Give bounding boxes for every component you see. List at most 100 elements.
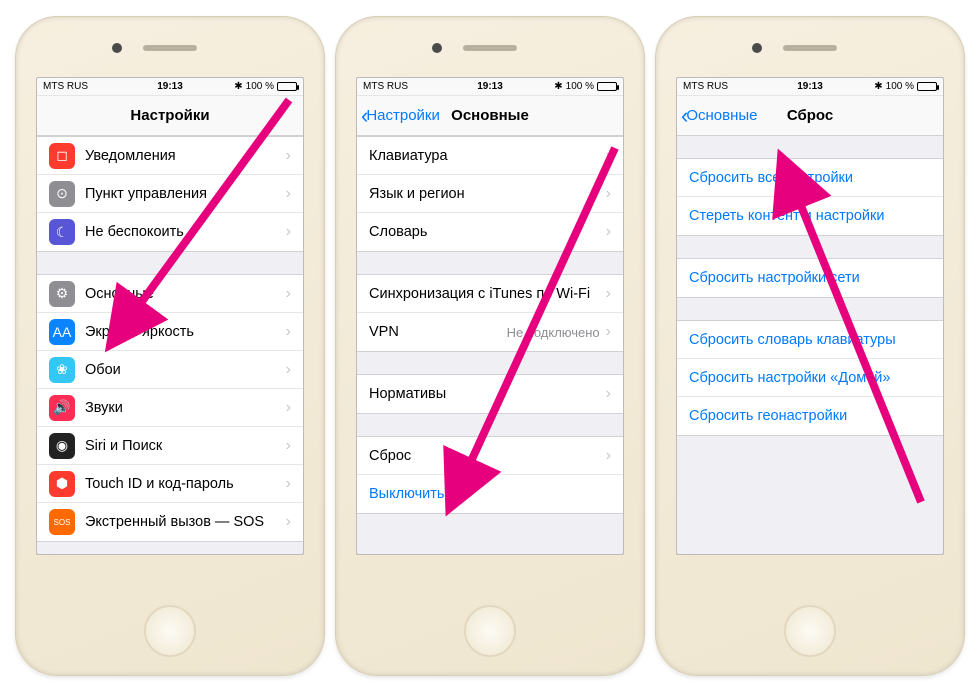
speaker bbox=[783, 45, 837, 51]
row-icon: ⬢ bbox=[49, 471, 75, 497]
row-label: Пункт управления bbox=[85, 186, 286, 202]
list-row[interactable]: Сбросить словарь клавиатуры bbox=[677, 321, 943, 359]
row-label: Siri и Поиск bbox=[85, 438, 286, 454]
row-icon: ◉ bbox=[49, 433, 75, 459]
row-label: Сбросить настройки сети bbox=[689, 270, 931, 286]
front-camera bbox=[112, 43, 122, 53]
row-label: Не беспокоить bbox=[85, 224, 286, 240]
row-label: Клавиатура bbox=[369, 148, 606, 164]
list-row[interactable]: AAЭкран и яркость› bbox=[37, 313, 303, 351]
front-camera bbox=[432, 43, 442, 53]
row-label: Сбросить словарь клавиатуры bbox=[689, 332, 931, 348]
row-icon: 🔊 bbox=[49, 395, 75, 421]
row-icon: ⊙ bbox=[49, 181, 75, 207]
chevron-right-icon: › bbox=[606, 147, 611, 165]
chevron-right-icon: › bbox=[286, 323, 291, 341]
chevron-right-icon: › bbox=[606, 223, 611, 241]
chevron-right-icon: › bbox=[286, 223, 291, 241]
list-row[interactable]: ⬢ Touch ID и код-пароль› bbox=[37, 465, 303, 503]
list-row[interactable]: 🔊 Звуки› bbox=[37, 389, 303, 427]
chevron-right-icon: › bbox=[606, 185, 611, 203]
row-icon: ❀ bbox=[49, 357, 75, 383]
row-label: Сбросить все настройки bbox=[689, 170, 931, 186]
row-label: Словарь bbox=[369, 224, 606, 240]
phone-general: MTS RUS 19:13 ✱ 100 % ‹ Настройки Основн… bbox=[335, 16, 645, 676]
row-label: Нормативы bbox=[369, 386, 606, 402]
row-label: Выключить bbox=[369, 486, 611, 502]
screen: MTS RUS 19:13 ✱ 100 % ‹ Настройки Основн… bbox=[356, 77, 624, 555]
list-row[interactable]: Словарь› bbox=[357, 213, 623, 251]
row-label: Язык и регион bbox=[369, 186, 606, 202]
list-row[interactable]: ◻ Уведомления› bbox=[37, 137, 303, 175]
list-row[interactable]: Сбросить настройки «Домой» bbox=[677, 359, 943, 397]
status-bar: MTS RUS 19:13 ✱ 100 % bbox=[37, 78, 303, 96]
home-button[interactable] bbox=[144, 605, 196, 657]
back-label: Основные bbox=[686, 107, 757, 124]
list-row[interactable]: ⚙Основные› bbox=[37, 275, 303, 313]
battery-icon bbox=[917, 82, 937, 91]
nav-bar: Настройки bbox=[37, 96, 303, 136]
list-row[interactable]: ◉ Siri и Поиск› bbox=[37, 427, 303, 465]
chevron-right-icon: › bbox=[606, 447, 611, 465]
row-label: Сброс bbox=[369, 448, 606, 464]
phone-reset: MTS RUS 19:13 ✱ 100 % ‹ Основные Сброс С… bbox=[655, 16, 965, 676]
list-row[interactable]: SOS Экстренный вызов — SOS› bbox=[37, 503, 303, 541]
chevron-right-icon: › bbox=[286, 147, 291, 165]
row-icon: ◻ bbox=[49, 143, 75, 169]
home-button[interactable] bbox=[784, 605, 836, 657]
list-row[interactable]: ⊙ Пункт управления› bbox=[37, 175, 303, 213]
clock: 19:13 bbox=[357, 81, 623, 92]
row-label: Уведомления bbox=[85, 148, 286, 164]
reset-list[interactable]: Сбросить все настройки Стереть контент и … bbox=[677, 136, 943, 554]
battery-icon bbox=[277, 82, 297, 91]
back-label: Настройки bbox=[366, 107, 440, 124]
list-row[interactable]: Клавиатура› bbox=[357, 137, 623, 175]
chevron-right-icon: › bbox=[606, 385, 611, 403]
chevron-right-icon: › bbox=[286, 513, 291, 531]
list-row[interactable]: Синхронизация с iTunes по Wi-Fi› bbox=[357, 275, 623, 313]
status-bar: MTS RUS 19:13 ✱ 100 % bbox=[677, 78, 943, 96]
chevron-right-icon: › bbox=[286, 285, 291, 303]
status-bar: MTS RUS 19:13 ✱ 100 % bbox=[357, 78, 623, 96]
clock: 19:13 bbox=[677, 81, 943, 92]
nav-bar: ‹ Основные Сброс bbox=[677, 96, 943, 136]
chevron-right-icon: › bbox=[286, 475, 291, 493]
list-row[interactable]: Нормативы› bbox=[357, 375, 623, 413]
chevron-right-icon: › bbox=[286, 437, 291, 455]
back-button[interactable]: ‹ Основные bbox=[677, 105, 758, 127]
list-row[interactable]: Сбросить геонастройки bbox=[677, 397, 943, 435]
list-row[interactable]: Стереть контент и настройки bbox=[677, 197, 943, 235]
chevron-right-icon: › bbox=[286, 399, 291, 417]
row-label: Экстренный вызов — SOS bbox=[85, 514, 286, 530]
chevron-right-icon: › bbox=[606, 285, 611, 303]
row-label: Звуки bbox=[85, 400, 286, 416]
list-row[interactable]: Сбросить все настройки bbox=[677, 159, 943, 197]
list-row[interactable]: VPNНе подключено› bbox=[357, 313, 623, 351]
list-row[interactable]: ☾ Не беспокоить› bbox=[37, 213, 303, 251]
list-row[interactable]: Язык и регион› bbox=[357, 175, 623, 213]
phone-settings-root: MTS RUS 19:13 ✱ 100 % Настройки ◻ Уведомл… bbox=[15, 16, 325, 676]
row-label: VPN bbox=[369, 324, 507, 340]
row-icon: SOS bbox=[49, 509, 75, 535]
list-row[interactable]: Сбросить настройки сети bbox=[677, 259, 943, 297]
speaker bbox=[143, 45, 197, 51]
back-button[interactable]: ‹ Настройки bbox=[357, 105, 440, 127]
screen: MTS RUS 19:13 ✱ 100 % Настройки ◻ Уведомл… bbox=[36, 77, 304, 555]
chevron-right-icon: › bbox=[286, 185, 291, 203]
row-label: Сбросить геонастройки bbox=[689, 408, 931, 424]
row-icon: ☾ bbox=[49, 219, 75, 245]
nav-bar: ‹ Настройки Основные bbox=[357, 96, 623, 136]
row-icon: AA bbox=[49, 319, 75, 345]
row-label: Стереть контент и настройки bbox=[689, 208, 931, 224]
page-title: Настройки bbox=[37, 107, 303, 124]
row-value: Не подключено bbox=[507, 325, 600, 340]
list-row[interactable]: Сброс› bbox=[357, 437, 623, 475]
row-label: Touch ID и код-пароль bbox=[85, 476, 286, 492]
general-list[interactable]: Клавиатура›Язык и регион›Словарь› Синхро… bbox=[357, 136, 623, 554]
list-row[interactable]: ❀Обои› bbox=[37, 351, 303, 389]
home-button[interactable] bbox=[464, 605, 516, 657]
row-label: Сбросить настройки «Домой» bbox=[689, 370, 931, 386]
row-label: Основные bbox=[85, 286, 286, 302]
settings-list[interactable]: ◻Уведомления›⊙Пункт управления›☾Не беспо… bbox=[37, 136, 303, 554]
list-row[interactable]: Выключить bbox=[357, 475, 623, 513]
